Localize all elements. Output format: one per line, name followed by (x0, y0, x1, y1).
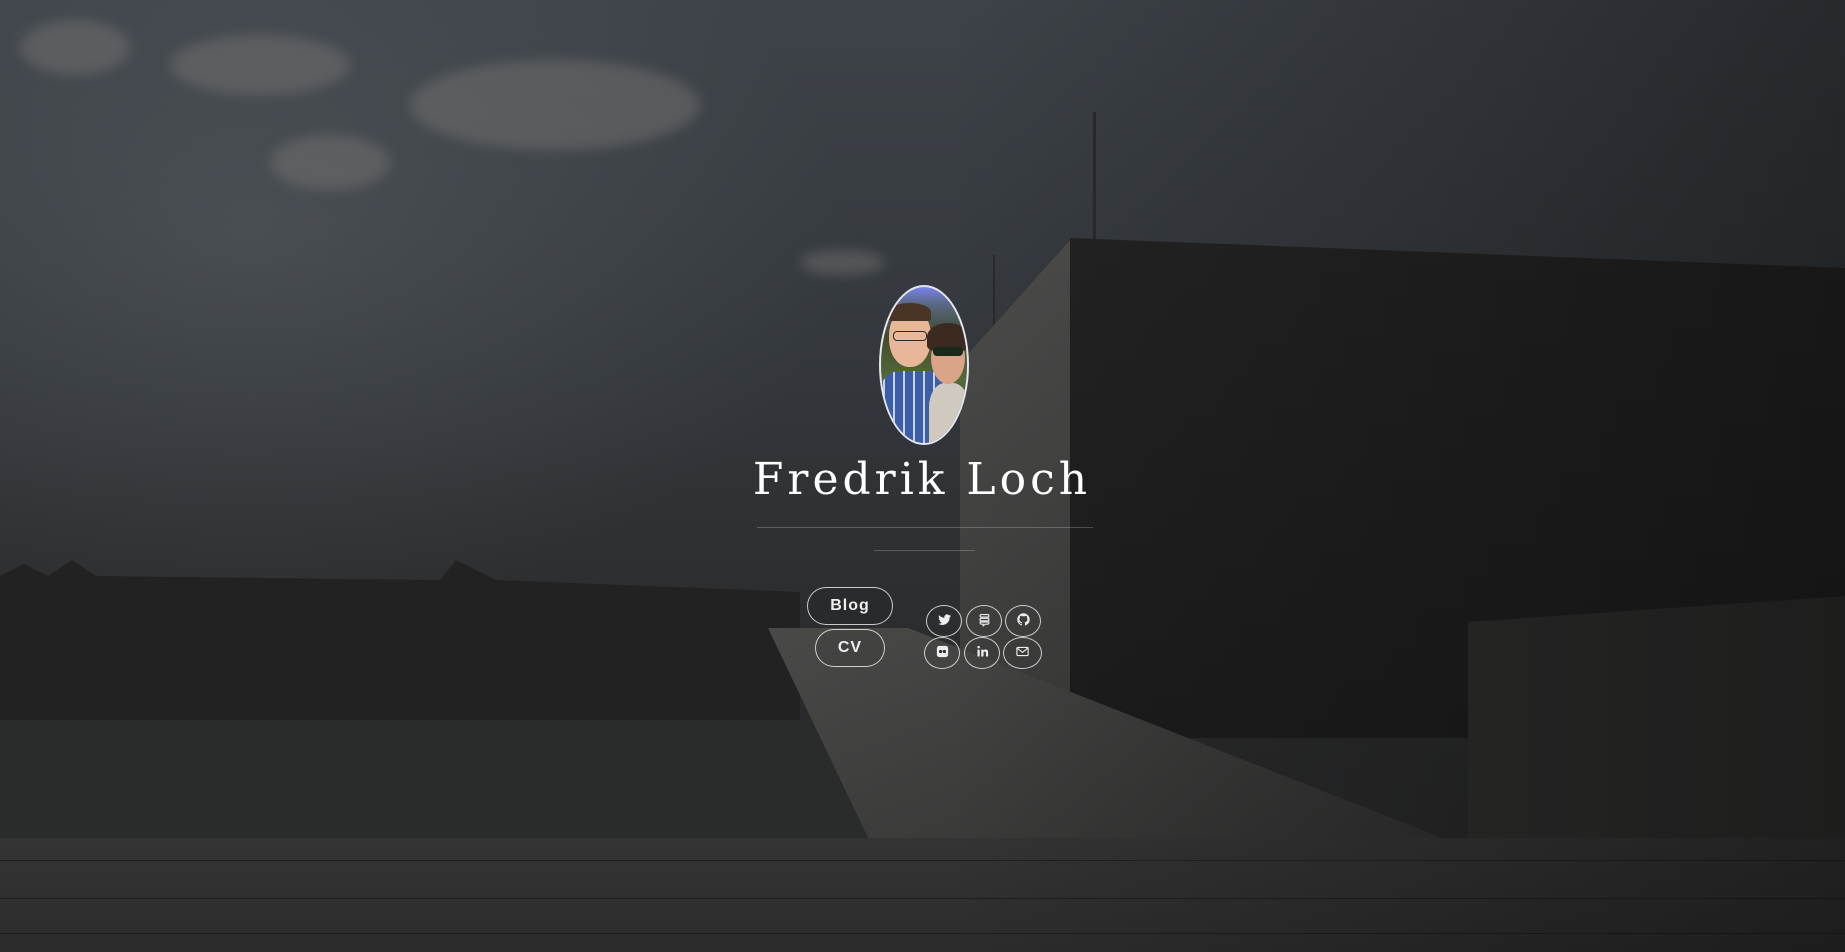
page-title: Fredrik Loch (752, 454, 1092, 505)
linkedin-icon (975, 644, 990, 663)
divider-short (874, 550, 975, 551)
flickr-icon (935, 644, 950, 663)
email-icon (1015, 644, 1030, 663)
github-link[interactable] (1005, 605, 1041, 637)
stackexchange-icon (977, 612, 992, 631)
avatar (879, 285, 969, 445)
stackexchange-link[interactable] (966, 605, 1002, 637)
blog-button[interactable]: Blog (807, 587, 893, 625)
flickr-link[interactable] (924, 637, 960, 669)
linkedin-link[interactable] (964, 637, 1000, 669)
twitter-icon (937, 612, 952, 631)
landing-page: Fredrik Loch Blog CV (0, 0, 1845, 952)
divider (757, 527, 1093, 528)
twitter-link[interactable] (926, 605, 962, 637)
cv-button[interactable]: CV (815, 629, 885, 667)
hero: Fredrik Loch Blog CV (0, 0, 1845, 952)
github-icon (1016, 612, 1031, 631)
email-link[interactable] (1003, 637, 1042, 669)
